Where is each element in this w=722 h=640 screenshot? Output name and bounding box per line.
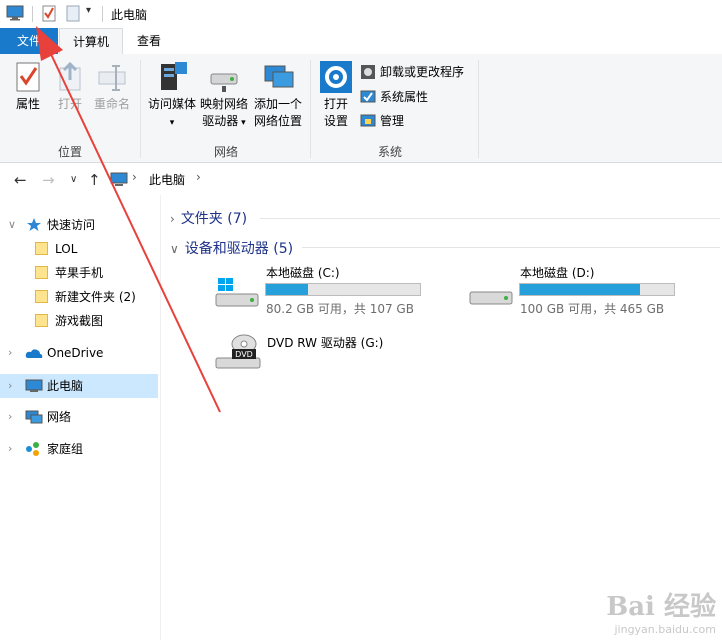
drive-d-usage-bar bbox=[519, 283, 675, 296]
tab-file[interactable]: 文件 bbox=[0, 28, 58, 54]
drive-d-name: 本地磁盘 (D:) bbox=[520, 266, 595, 280]
folder-icon bbox=[35, 266, 48, 279]
access-media-button[interactable]: 访问媒体 ▾ bbox=[146, 60, 198, 132]
rename-button[interactable]: 重命名 bbox=[90, 60, 134, 113]
star-icon bbox=[27, 218, 41, 231]
gear-icon bbox=[320, 61, 352, 93]
ribbon: 属性 打开 重命名 位置 访问媒体 ▾ 映射网络 驱动器 ▾ 添加一个 网络位置… bbox=[0, 54, 722, 163]
nav-folder-new-folder[interactable]: 新建文件夹 (2) bbox=[0, 285, 158, 309]
nav-folder-game-screenshots[interactable]: 游戏截图 bbox=[0, 309, 158, 333]
drive-g[interactable]: DVD DVD RW 驱动器 (G:) bbox=[214, 330, 434, 374]
drive-c-name: 本地磁盘 (C:) bbox=[266, 266, 340, 280]
uninstall-icon bbox=[361, 65, 375, 79]
group-label-system: 系统 bbox=[377, 145, 402, 159]
drive-d-info: 100 GB 可用，共 465 GB bbox=[520, 302, 665, 316]
watermark-brand: Bai 经验 bbox=[606, 592, 716, 622]
section-divider bbox=[260, 218, 720, 219]
address-bar-row: ← → ∨ ↑ › 此电脑 › bbox=[0, 163, 722, 195]
drive-c-usage-fill bbox=[266, 284, 308, 295]
devices-section-header[interactable]: ∨ 设备和驱动器 (5) bbox=[170, 238, 293, 258]
page-icon[interactable] bbox=[66, 5, 80, 22]
nav-homegroup[interactable]: › 家庭组 bbox=[0, 437, 158, 461]
title-bar: ▾ 此电脑 bbox=[0, 0, 722, 28]
nav-folder-lol[interactable]: LOL bbox=[0, 237, 158, 261]
nav-folder-apple-phone[interactable]: 苹果手机 bbox=[0, 261, 158, 285]
watermark: Bai 经验 jingyan.baidu.com bbox=[606, 586, 716, 636]
pc-icon bbox=[110, 172, 128, 186]
manage-icon bbox=[360, 114, 376, 127]
add-network-location-button[interactable]: 添加一个 网络位置 bbox=[252, 60, 304, 130]
watermark-url: jingyan.baidu.com bbox=[614, 623, 716, 636]
up-button[interactable]: ↑ bbox=[88, 171, 101, 189]
drive-d-usage-fill bbox=[520, 284, 641, 295]
customize-qa-icon[interactable]: ▾ bbox=[86, 5, 91, 16]
drive-c-usage-bar bbox=[265, 283, 421, 296]
open-button[interactable]: 打开 bbox=[52, 60, 88, 113]
properties-icon bbox=[16, 62, 40, 92]
map-drive-icon bbox=[210, 73, 238, 92]
dvd-badge: DVD bbox=[235, 350, 253, 359]
nav-this-pc[interactable]: › 此电脑 bbox=[0, 374, 158, 398]
check-icon[interactable] bbox=[42, 5, 56, 22]
chevron-right-icon: › bbox=[170, 212, 175, 226]
window-title: 此电脑 bbox=[111, 8, 148, 22]
recent-locations-icon[interactable]: ∨ bbox=[70, 174, 77, 185]
hdd-icon bbox=[469, 291, 513, 305]
network-icon bbox=[25, 410, 43, 424]
address-path[interactable]: 此电脑 bbox=[149, 171, 185, 188]
windows-drive-icon bbox=[215, 278, 259, 307]
system-properties-icon bbox=[360, 90, 376, 103]
pc-icon bbox=[25, 379, 43, 392]
drive-g-name: DVD RW 驱动器 (G:) bbox=[267, 336, 384, 350]
group-label-location: 位置 bbox=[57, 145, 82, 159]
section-divider bbox=[302, 247, 720, 248]
chevron-down-icon: ∨ bbox=[170, 242, 179, 256]
ribbon-tabs: 文件 计算机 查看 bbox=[0, 28, 722, 55]
navigation-pane: ∨ 快速访问 LOL 苹果手机 新建文件夹 (2) 游戏截图 › OneDriv… bbox=[0, 195, 161, 640]
tab-view[interactable]: 查看 bbox=[122, 28, 176, 54]
nav-network[interactable]: › 网络 bbox=[0, 405, 158, 429]
map-network-drive-button[interactable]: 映射网络 驱动器 ▾ bbox=[198, 60, 250, 132]
computer-icon[interactable] bbox=[6, 5, 24, 21]
network-location-icon bbox=[264, 65, 294, 88]
breadcrumb-separator[interactable]: › bbox=[132, 170, 137, 184]
dvd-icon: DVD bbox=[215, 334, 261, 369]
back-button[interactable]: ← bbox=[14, 171, 27, 189]
breadcrumb-separator[interactable]: › bbox=[196, 170, 201, 184]
drive-d[interactable]: 本地磁盘 (D:) 100 GB 可用，共 465 GB bbox=[468, 262, 688, 318]
drive-c[interactable]: 本地磁盘 (C:) 80.2 GB 可用，共 107 GB bbox=[214, 262, 434, 318]
folder-icon bbox=[35, 290, 48, 303]
open-settings-button[interactable]: 打开 设置 bbox=[318, 60, 354, 130]
onedrive-icon bbox=[25, 349, 43, 358]
tab-computer[interactable]: 计算机 bbox=[59, 28, 123, 55]
homegroup-icon bbox=[26, 442, 39, 456]
media-icon bbox=[161, 62, 187, 90]
folder-icon bbox=[35, 314, 48, 327]
group-label-network: 网络 bbox=[213, 145, 238, 159]
folder-icon bbox=[35, 242, 48, 255]
properties-button[interactable]: 属性 bbox=[10, 60, 46, 113]
nav-quick-access[interactable]: ∨ 快速访问 bbox=[0, 213, 158, 237]
forward-button[interactable]: → bbox=[42, 171, 55, 189]
drive-c-info: 80.2 GB 可用，共 107 GB bbox=[266, 302, 414, 316]
nav-onedrive[interactable]: › OneDrive bbox=[0, 341, 158, 365]
rename-icon bbox=[98, 65, 126, 91]
open-icon bbox=[59, 61, 81, 91]
folders-section-header[interactable]: › 文件夹 (7) bbox=[170, 208, 247, 228]
